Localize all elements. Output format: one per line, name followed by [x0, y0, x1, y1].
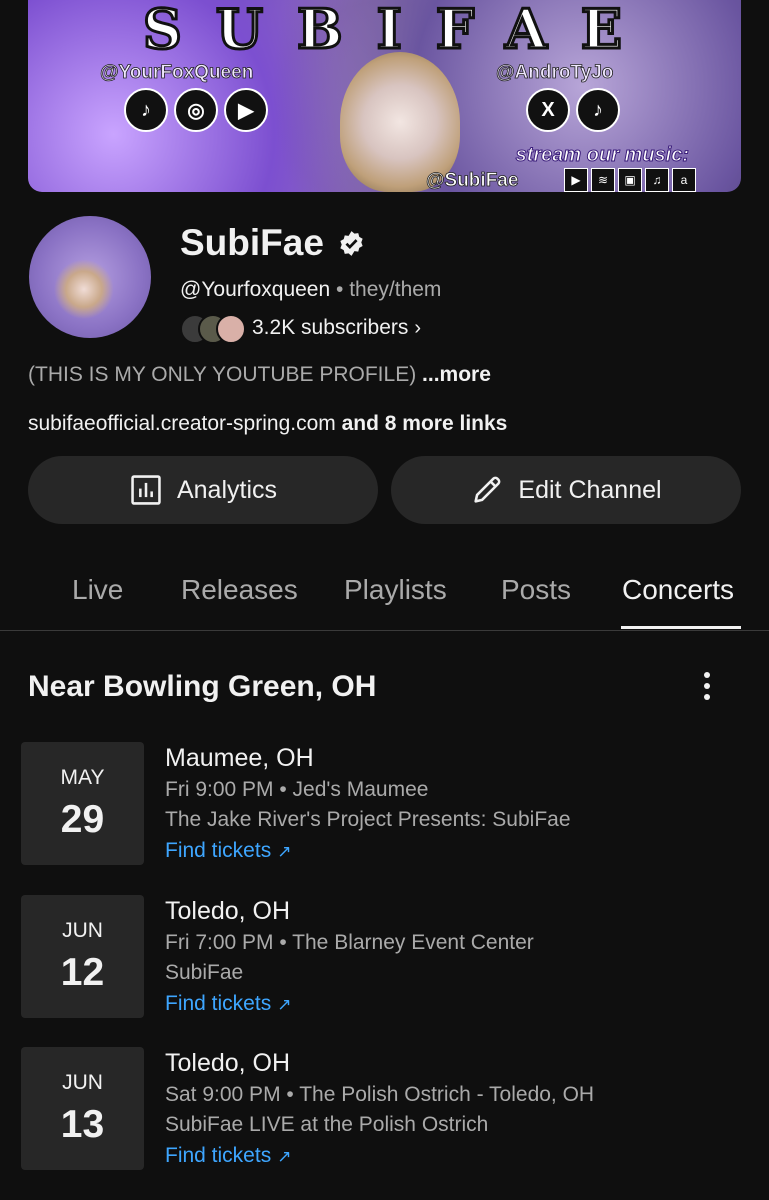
- amazon-music-icon: a: [672, 168, 696, 192]
- channel-links[interactable]: subifaeofficial.creator-spring.com and 8…: [28, 412, 507, 436]
- external-arrow-icon: ↗: [277, 842, 292, 861]
- verified-badge-icon: [340, 230, 363, 256]
- primary-link[interactable]: subifaeofficial.creator-spring.com: [28, 412, 336, 435]
- date-month: JUN: [62, 1071, 103, 1094]
- tab-releases[interactable]: Releases: [181, 574, 298, 606]
- concert-item[interactable]: JUN 12 Toledo, OH Fri 7:00 PM • The Blar…: [0, 895, 769, 1025]
- concert-item[interactable]: JUN 13 Toledo, OH Sat 9:00 PM • The Poli…: [0, 1047, 769, 1177]
- channel-banner[interactable]: SUBIFAE @YourFoxQueen ♪ ◎ ▶ @AndroTyJo X…: [28, 0, 741, 192]
- channel-handle: @Yourfoxqueen: [180, 278, 331, 301]
- concert-city: Toledo, OH: [165, 1049, 291, 1077]
- youtube-music-icon: ▣: [618, 168, 642, 192]
- channel-description[interactable]: (THIS IS MY ONLY YOUTUBE PROFILE) ...mor…: [28, 363, 491, 387]
- find-tickets-link[interactable]: Find tickets ↗: [165, 1144, 291, 1168]
- find-tickets-label: Find tickets: [165, 1144, 272, 1167]
- description-text: (THIS IS MY ONLY YOUTUBE PROFILE): [28, 363, 417, 386]
- find-tickets-link[interactable]: Find tickets ↗: [165, 839, 291, 863]
- kebab-menu-icon[interactable]: [692, 668, 722, 704]
- date-day: 13: [60, 1103, 105, 1146]
- find-tickets-label: Find tickets: [165, 839, 272, 862]
- banner-social-right: X ♪: [526, 88, 620, 132]
- subscriber-avatars: [180, 314, 246, 344]
- analytics-label: Analytics: [176, 475, 278, 504]
- edit-channel-label: Edit Channel: [518, 475, 662, 504]
- external-arrow-icon: ↗: [277, 995, 292, 1014]
- apple-music-icon: ♫: [645, 168, 669, 192]
- subscriber-count: 3.2K subscribers: [252, 316, 409, 339]
- edit-channel-button[interactable]: Edit Channel: [391, 456, 741, 524]
- tiktok-icon: ♪: [576, 88, 620, 132]
- concert-time-venue: Sat 9:00 PM • The Polish Ostrich - Toled…: [165, 1083, 595, 1106]
- banner-stream-text: stream our music:: [515, 144, 689, 167]
- chevron-right-icon: ›: [414, 316, 422, 339]
- date-badge: MAY 29: [21, 742, 144, 865]
- banner-music-icons: ▶ ≋ ▣ ♫ a: [564, 168, 696, 192]
- play-circle-icon: ▶: [564, 168, 588, 192]
- date-day: 12: [60, 951, 105, 994]
- external-arrow-icon: ↗: [277, 1147, 292, 1166]
- date-badge: JUN 13: [21, 1047, 144, 1170]
- concerts-section-title: Near Bowling Green, OH: [28, 670, 377, 703]
- banner-handle-right: @AndroTyJo: [496, 62, 614, 84]
- date-day: 29: [60, 798, 105, 841]
- tab-concerts[interactable]: Concerts: [622, 574, 734, 606]
- date-badge: JUN 12: [21, 895, 144, 1018]
- tab-playlists[interactable]: Playlists: [344, 574, 447, 606]
- more-links[interactable]: and 8 more links: [342, 412, 508, 435]
- analytics-button[interactable]: Analytics: [28, 456, 378, 524]
- concert-item[interactable]: MAY 29 Maumee, OH Fri 9:00 PM • Jed's Ma…: [0, 742, 769, 872]
- concert-city: Toledo, OH: [165, 897, 291, 925]
- find-tickets-label: Find tickets: [165, 992, 272, 1015]
- banner-handle-left: @YourFoxQueen: [100, 62, 254, 84]
- banner-title: SUBIFAE: [141, 0, 657, 61]
- instagram-icon: ◎: [174, 88, 218, 132]
- date-month: JUN: [62, 919, 103, 942]
- separator-dot: •: [336, 278, 350, 301]
- pencil-icon: [474, 476, 501, 503]
- find-tickets-link[interactable]: Find tickets ↗: [165, 992, 291, 1016]
- channel-name-row: SubiFae: [180, 222, 365, 264]
- date-month: MAY: [60, 766, 105, 789]
- tab-live[interactable]: Live: [72, 574, 123, 606]
- channel-avatar[interactable]: [29, 216, 151, 338]
- concert-city: Maumee, OH: [165, 744, 314, 772]
- spotify-icon: ≋: [591, 168, 615, 192]
- x-icon: X: [526, 88, 570, 132]
- description-more-link[interactable]: ...more: [422, 363, 491, 386]
- concert-title: SubiFae LIVE at the Polish Ostrich: [165, 1113, 489, 1136]
- banner-stream-handle: @SubiFae: [426, 170, 519, 192]
- concert-time-venue: Fri 9:00 PM • Jed's Maumee: [165, 778, 429, 801]
- subscribers-row[interactable]: 3.2K subscribers ›: [180, 314, 422, 344]
- tiktok-icon: ♪: [124, 88, 168, 132]
- channel-handle-row: @Yourfoxqueen • they/them: [180, 278, 441, 302]
- tab-posts[interactable]: Posts: [501, 574, 571, 606]
- channel-pronouns: they/them: [349, 278, 442, 301]
- analytics-icon: [131, 475, 161, 505]
- banner-social-left: ♪ ◎ ▶: [124, 88, 268, 132]
- youtube-icon: ▶: [224, 88, 268, 132]
- channel-tabs: Live Releases Playlists Posts Concerts: [0, 560, 769, 631]
- avatar: [216, 314, 246, 344]
- concert-time-venue: Fri 7:00 PM • The Blarney Event Center: [165, 931, 534, 954]
- concert-title: The Jake River's Project Presents: SubiF…: [165, 808, 571, 831]
- active-tab-indicator: [621, 626, 741, 629]
- channel-name: SubiFae: [180, 222, 324, 263]
- concert-title: SubiFae: [165, 961, 244, 984]
